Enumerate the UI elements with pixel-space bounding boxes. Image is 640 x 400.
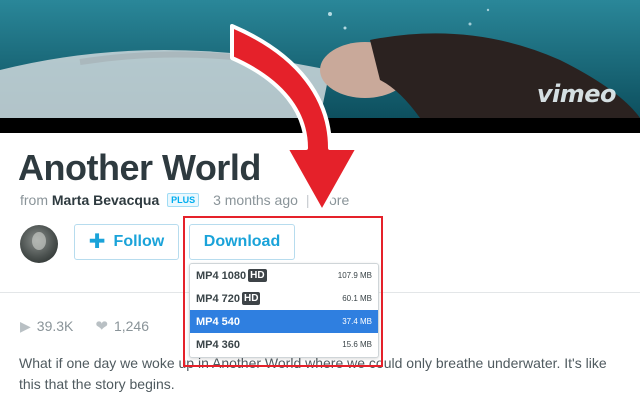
red-arrow-icon: [230, 24, 360, 214]
